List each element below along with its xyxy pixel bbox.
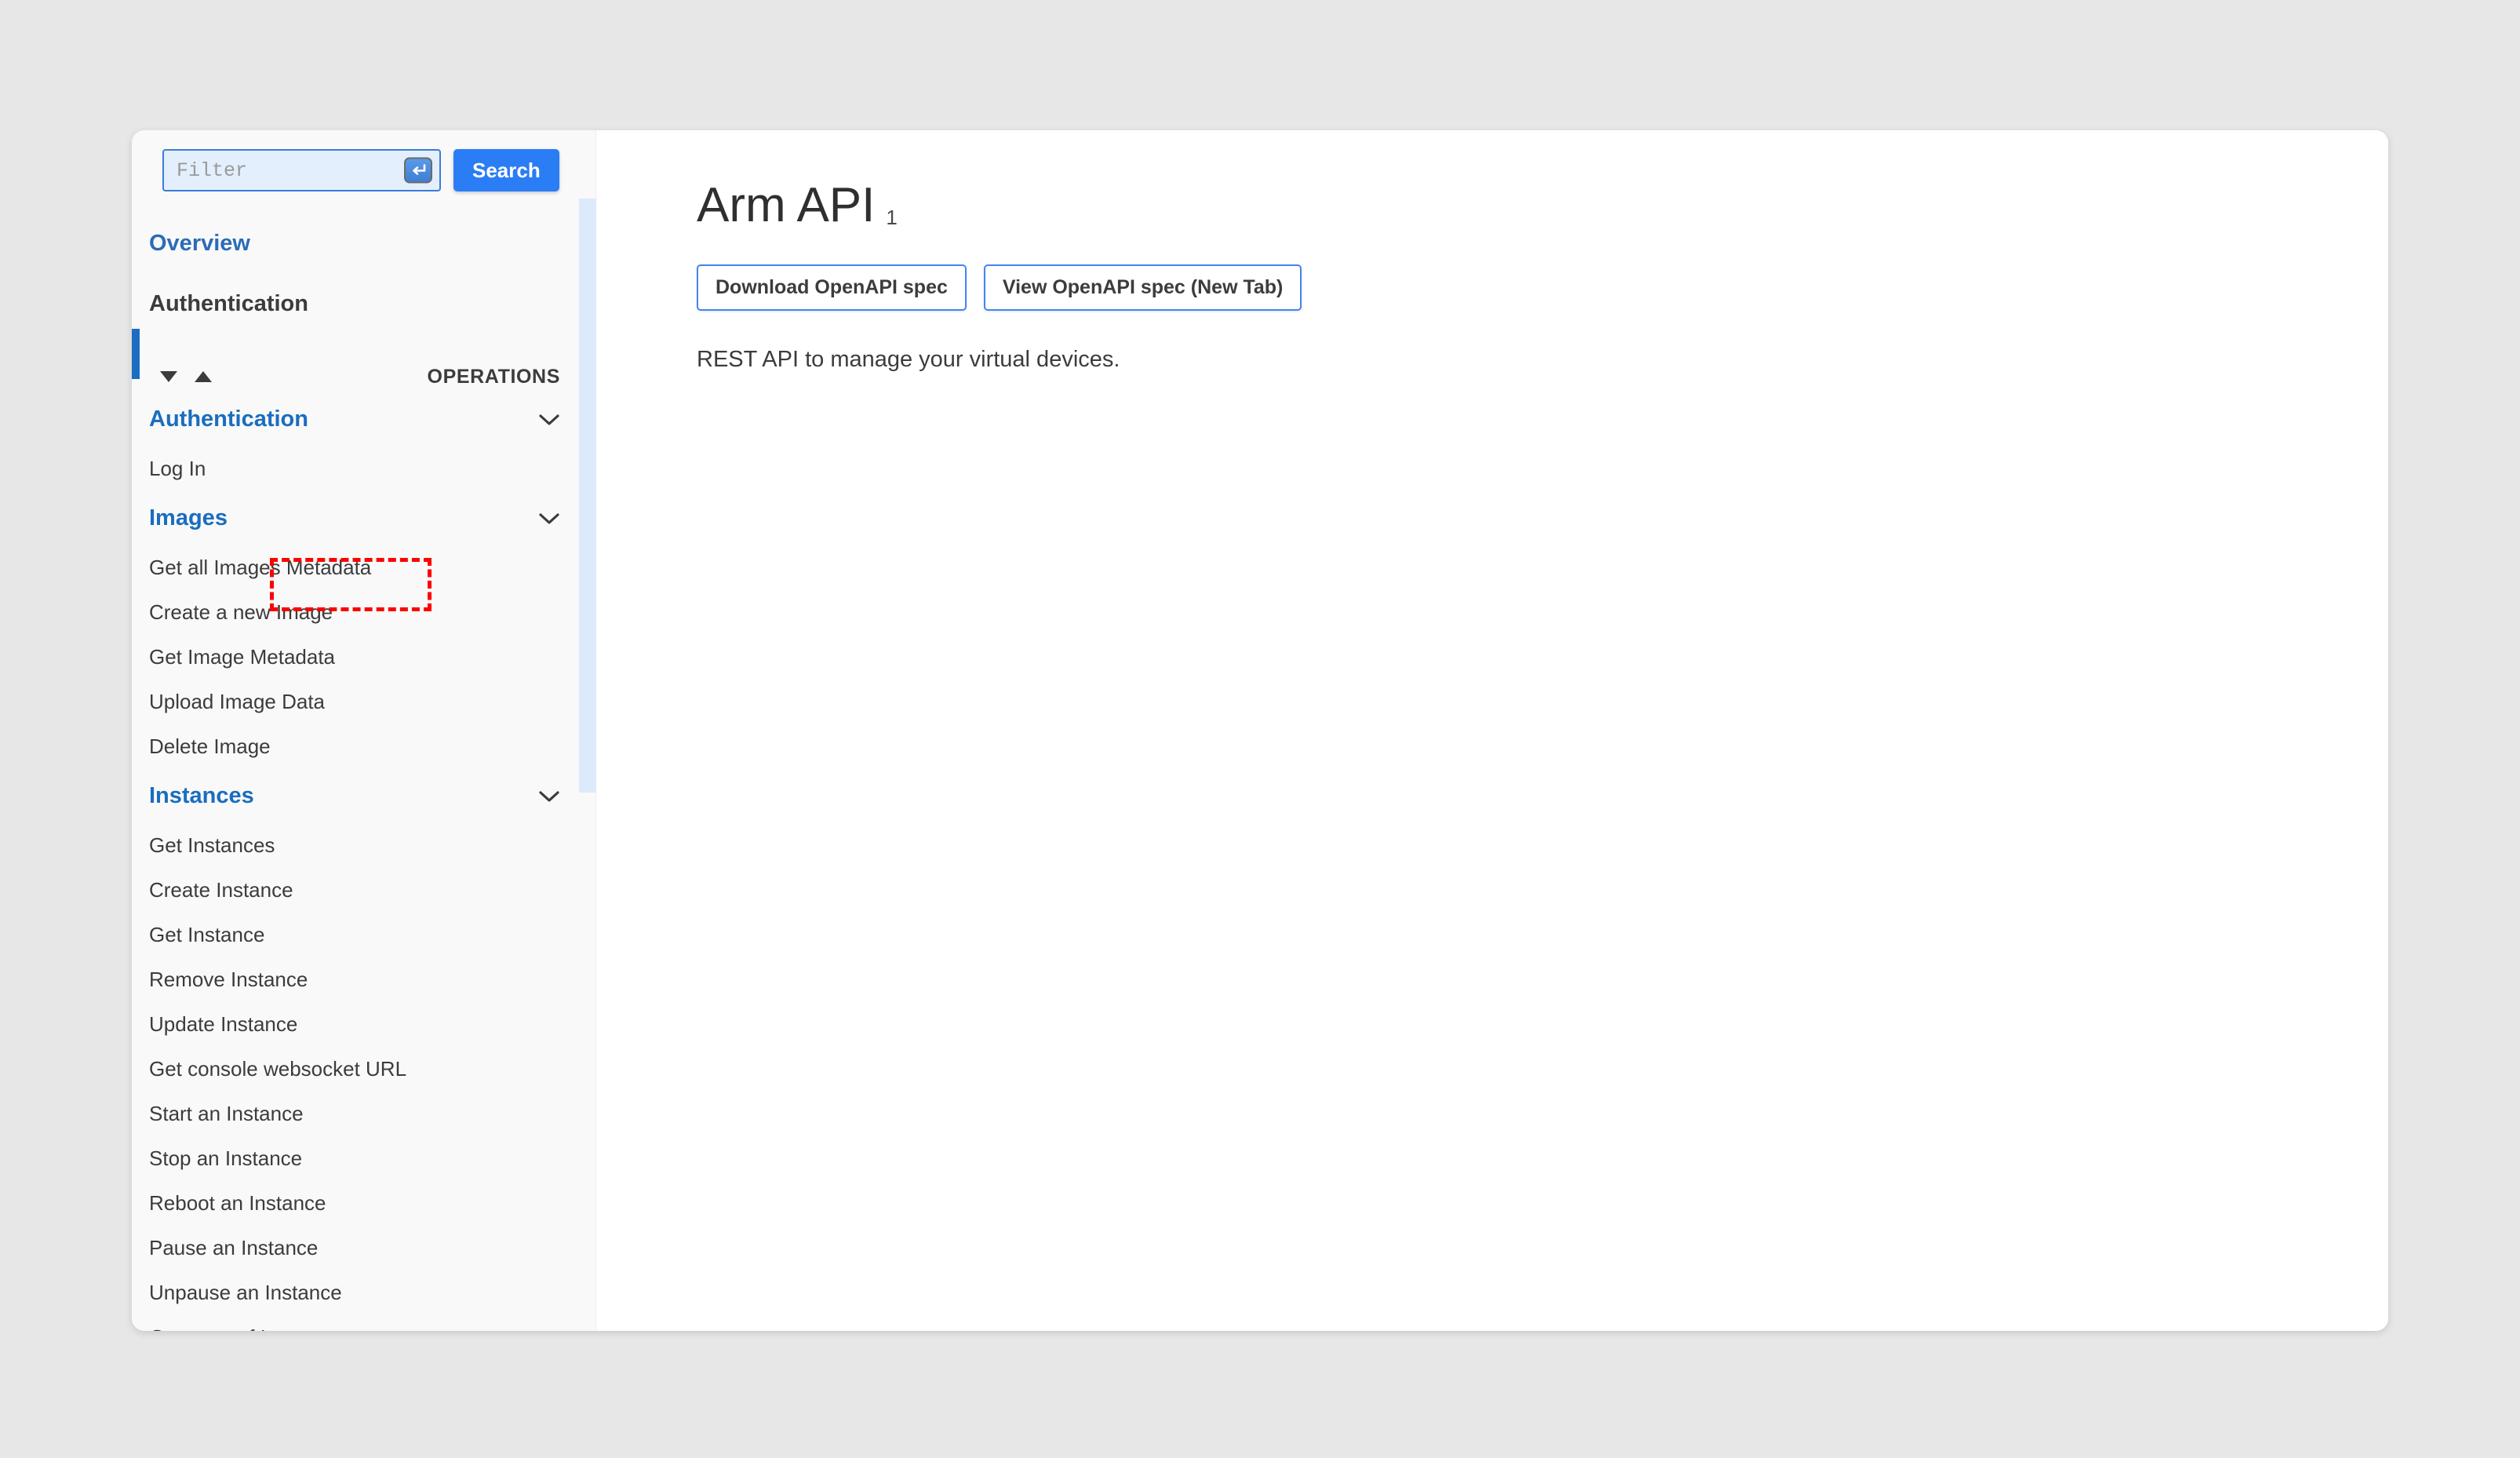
sidebar-scrollbar[interactable] bbox=[579, 130, 596, 1331]
operation-item[interactable]: Delete Image bbox=[132, 724, 596, 769]
operation-item[interactable]: Create a new Image bbox=[132, 590, 596, 635]
operations-header: OPERATIONS bbox=[132, 361, 596, 392]
sidebar-nav: Overview Authentication bbox=[132, 220, 596, 328]
operation-item-log-in[interactable]: Log In bbox=[132, 447, 596, 491]
active-nav-accent-bar bbox=[132, 329, 140, 379]
operation-item[interactable]: Get Instances bbox=[132, 823, 596, 868]
api-version-badge: 1 bbox=[886, 206, 898, 229]
operation-item[interactable]: Start an Instance bbox=[132, 1092, 596, 1136]
sidebar: Search Overview Authentication OPERATION… bbox=[132, 130, 596, 1331]
filter-input-wrapper bbox=[162, 149, 441, 191]
sort-controls bbox=[160, 371, 212, 382]
sidebar-content: Search Overview Authentication OPERATION… bbox=[132, 130, 596, 1331]
triangle-down-icon[interactable] bbox=[160, 371, 177, 382]
chevron-down-icon[interactable] bbox=[538, 413, 560, 427]
operation-item[interactable]: Upload Image Data bbox=[132, 680, 596, 724]
app-root: Search Overview Authentication OPERATION… bbox=[0, 0, 2520, 1458]
spec-buttons: Download OpenAPI spec View OpenAPI spec … bbox=[697, 264, 2388, 311]
triangle-up-icon[interactable] bbox=[195, 371, 212, 382]
sidebar-item-authentication[interactable]: Authentication bbox=[132, 268, 596, 328]
main-panel: Search Overview Authentication OPERATION… bbox=[132, 130, 2388, 1331]
page-title: Arm API 1 bbox=[697, 177, 2388, 233]
operation-item[interactable]: Create Instance bbox=[132, 868, 596, 913]
operation-item[interactable]: Get console websocket URL bbox=[132, 1047, 596, 1092]
group-title-authentication: Authentication bbox=[149, 406, 308, 432]
search-row: Search bbox=[132, 130, 596, 191]
operation-item[interactable]: Pause an Instance bbox=[132, 1226, 596, 1270]
operation-item[interactable]: Reboot an Instance bbox=[132, 1181, 596, 1226]
group-header-images[interactable]: Images bbox=[132, 491, 596, 545]
operation-item[interactable]: Get all Images Metadata bbox=[132, 545, 596, 590]
operation-item[interactable]: Get Instance bbox=[132, 913, 596, 957]
operation-item[interactable]: Stop an Instance bbox=[132, 1136, 596, 1181]
operation-item[interactable]: Get Image Metadata bbox=[132, 635, 596, 680]
group-header-authentication[interactable]: Authentication bbox=[132, 392, 596, 447]
view-openapi-spec-button[interactable]: View OpenAPI spec (New Tab) bbox=[983, 264, 1302, 311]
sidebar-scrollbar-thumb[interactable] bbox=[579, 199, 596, 793]
operations-label: OPERATIONS bbox=[427, 365, 560, 388]
filter-input[interactable] bbox=[162, 149, 441, 191]
operation-item[interactable]: Unpause an Instance bbox=[132, 1270, 596, 1315]
operation-item[interactable]: Update Instance bbox=[132, 1002, 596, 1047]
enter-key-icon[interactable] bbox=[404, 157, 432, 184]
api-description: REST API to manage your virtual devices. bbox=[697, 347, 1120, 372]
download-openapi-spec-button[interactable]: Download OpenAPI spec bbox=[697, 264, 967, 311]
sidebar-item-overview[interactable]: Overview bbox=[132, 220, 596, 268]
group-title-images: Images bbox=[149, 505, 228, 530]
operation-item[interactable]: Remove Instance bbox=[132, 957, 596, 1002]
content-area: Arm API 1 Download OpenAPI spec View Ope… bbox=[596, 130, 2388, 1331]
page-title-text: Arm API bbox=[697, 178, 876, 232]
group-header-instances[interactable]: Instances bbox=[132, 769, 596, 823]
search-button[interactable]: Search bbox=[453, 149, 559, 191]
operation-item[interactable]: Get state of Instance bbox=[132, 1315, 596, 1331]
chevron-down-icon[interactable] bbox=[538, 789, 560, 804]
chevron-down-icon[interactable] bbox=[538, 512, 560, 526]
group-title-instances: Instances bbox=[149, 783, 254, 808]
